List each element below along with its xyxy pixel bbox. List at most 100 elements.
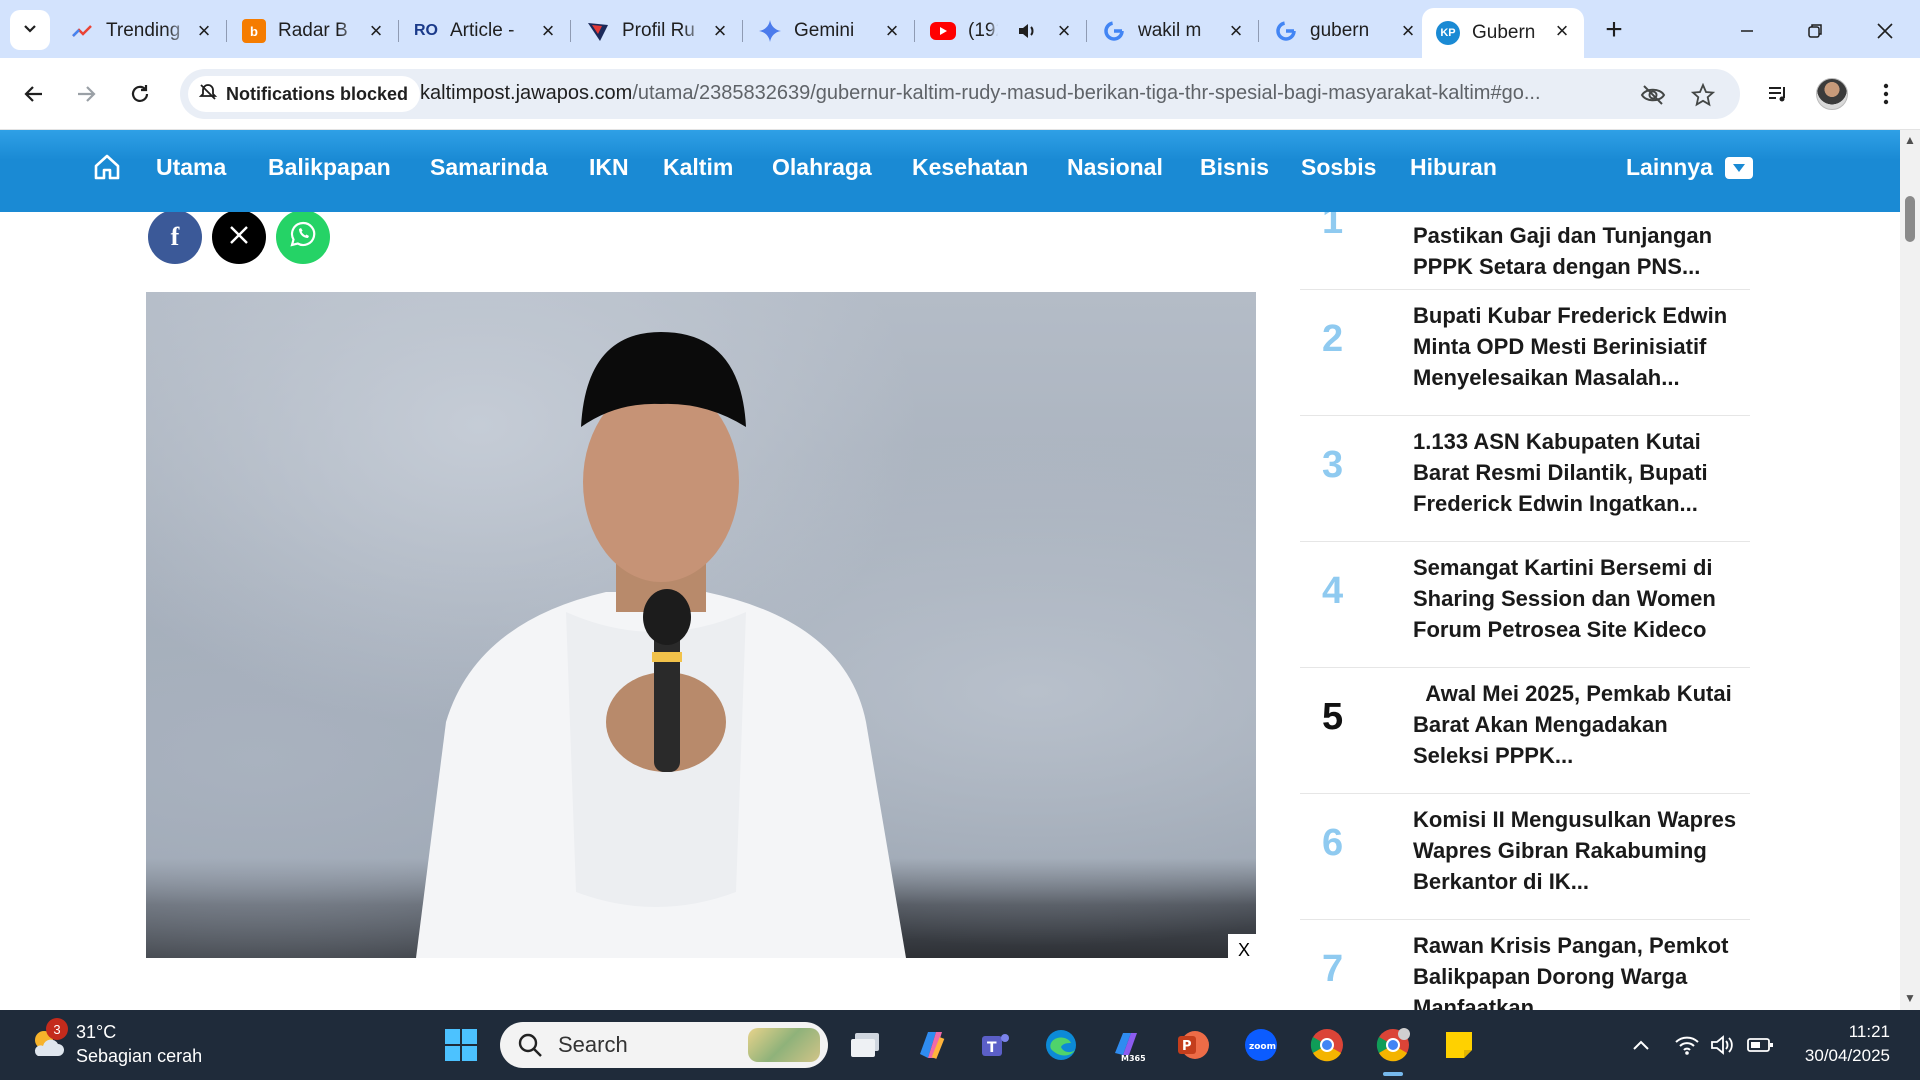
task-view-icon[interactable] xyxy=(844,1024,886,1066)
close-icon[interactable]: × xyxy=(1550,18,1574,43)
nav-samarinda[interactable]: Samarinda xyxy=(430,154,548,181)
tab-radar[interactable]: b Radar B × xyxy=(228,8,398,54)
caret-down-icon[interactable] xyxy=(1725,157,1753,179)
tab-title: Profil Ru xyxy=(622,20,695,41)
weather-temp: 31°C xyxy=(76,1022,117,1042)
new-tab-button[interactable]: + xyxy=(1597,13,1631,47)
trending-item[interactable]: 5 Awal Mei 2025, Pemkab Kutai Barat Akan… xyxy=(1300,668,1750,794)
taskbar-search[interactable]: Search xyxy=(500,1022,828,1068)
home-icon[interactable] xyxy=(92,152,122,182)
scroll-up-icon[interactable]: ▲ xyxy=(1904,133,1916,147)
close-icon[interactable]: × xyxy=(192,18,216,43)
battery-icon[interactable] xyxy=(1745,1030,1775,1060)
browser-toolbar: Notifications blocked kaltimpost.jawapos… xyxy=(0,58,1920,130)
tab-article[interactable]: RO Article - × xyxy=(400,8,570,54)
tab-title: Radar B xyxy=(278,20,348,41)
forward-button[interactable] xyxy=(66,74,106,114)
nav-kesehatan[interactable]: Kesehatan xyxy=(912,154,1028,181)
notifications-blocked-chip[interactable]: Notifications blocked xyxy=(188,76,421,112)
trending-title: Pastikan Gaji dan Tunjangan PPPK Setara … xyxy=(1413,223,1713,279)
eye-off-icon[interactable] xyxy=(1640,82,1666,108)
share-whatsapp-button[interactable] xyxy=(276,212,330,264)
reload-button[interactable] xyxy=(120,74,160,114)
m365-icon[interactable]: M365 xyxy=(1106,1024,1148,1066)
tab-title: Gubern xyxy=(1472,22,1536,43)
tab-youtube[interactable]: (192 × xyxy=(916,8,1086,54)
tab-gubernur-active[interactable]: KP Gubern × xyxy=(1422,8,1584,58)
trending-item[interactable]: 3 1.133 ASN Kabupaten Kutai Barat Resmi … xyxy=(1300,416,1750,542)
zoom-icon[interactable]: zoom xyxy=(1240,1024,1282,1066)
tab-search-button[interactable] xyxy=(10,10,50,50)
speaker-icon[interactable] xyxy=(1016,20,1038,48)
nav-kaltim[interactable]: Kaltim xyxy=(663,154,733,181)
nav-utama[interactable]: Utama xyxy=(156,154,226,181)
close-icon[interactable]: × xyxy=(1052,18,1076,43)
google-icon xyxy=(1274,19,1298,43)
edge-icon[interactable] xyxy=(1040,1024,1082,1066)
close-icon[interactable]: × xyxy=(536,18,560,43)
close-icon[interactable]: × xyxy=(880,18,904,43)
clock-date: 30/04/2025 xyxy=(1804,1046,1890,1065)
close-ad-button[interactable]: X xyxy=(1228,934,1260,966)
share-facebook-button[interactable]: f xyxy=(148,212,202,264)
radar-icon: b xyxy=(242,19,266,43)
media-control-icon[interactable] xyxy=(1760,76,1796,112)
close-icon[interactable]: × xyxy=(364,18,388,43)
trending-item[interactable]: 1 Pastikan Gaji dan Tunjangan PPPK Setar… xyxy=(1300,212,1750,290)
tab-profil[interactable]: Profil Ru × xyxy=(572,8,742,54)
close-icon[interactable]: × xyxy=(1396,18,1420,43)
menu-kebab-icon[interactable] xyxy=(1868,76,1904,112)
clock-time: 11:21 xyxy=(1848,1022,1890,1041)
nav-balikpapan[interactable]: Balikpapan xyxy=(268,154,391,181)
chrome-profile-icon[interactable] xyxy=(1372,1024,1414,1066)
trending-item[interactable]: 2 Bupati Kubar Frederick Edwin Minta OPD… xyxy=(1300,290,1750,416)
close-window-button[interactable] xyxy=(1868,14,1902,48)
article-photo xyxy=(146,292,1256,958)
scrollbar-thumb[interactable] xyxy=(1905,196,1915,242)
trending-item[interactable]: 7 Rawan Krisis Pangan, Pemkot Balikpapan… xyxy=(1300,920,1750,1010)
volume-icon[interactable] xyxy=(1708,1030,1738,1060)
tab-separator xyxy=(398,20,399,42)
copilot-icon[interactable] xyxy=(910,1024,952,1066)
tab-title: Gemini xyxy=(794,20,855,41)
chevron-up-icon[interactable] xyxy=(1626,1030,1656,1060)
trending-title: Awal Mei 2025, Pemkab Kutai Barat Akan M… xyxy=(1413,681,1738,768)
nav-hiburan[interactable]: Hiburan xyxy=(1410,154,1497,181)
nav-sosbis[interactable]: Sosbis xyxy=(1301,154,1376,181)
back-button[interactable] xyxy=(14,74,54,114)
weather-widget[interactable]: 3 31°C Sebagian cerah xyxy=(28,1018,202,1068)
google-icon xyxy=(1102,19,1126,43)
sticky-notes-icon[interactable] xyxy=(1438,1024,1480,1066)
wifi-icon[interactable] xyxy=(1672,1030,1702,1060)
tab-gubernur-search[interactable]: gubern × xyxy=(1260,8,1430,54)
page-scrollbar[interactable]: ▲ ▼ xyxy=(1900,130,1920,1010)
scroll-down-icon[interactable]: ▼ xyxy=(1904,991,1916,1005)
nav-ikn[interactable]: IKN xyxy=(589,154,629,181)
active-app-indicator xyxy=(1383,1072,1403,1076)
tab-wakil[interactable]: wakil m × xyxy=(1088,8,1258,54)
close-icon[interactable]: × xyxy=(708,18,732,43)
bookmark-star-icon[interactable] xyxy=(1690,82,1716,108)
windows-taskbar: 3 31°C Sebagian cerah Search T M365 P zo… xyxy=(0,1010,1920,1080)
system-clock[interactable]: 11:21 30/04/2025 xyxy=(1805,1020,1890,1068)
nav-nasional[interactable]: Nasional xyxy=(1067,154,1163,181)
chrome-icon[interactable] xyxy=(1306,1024,1348,1066)
teams-icon[interactable]: T xyxy=(974,1024,1016,1066)
svg-text:M365: M365 xyxy=(1121,1054,1145,1063)
profile-avatar[interactable] xyxy=(1814,76,1850,112)
minimize-button[interactable] xyxy=(1730,14,1764,48)
close-icon[interactable]: × xyxy=(1224,18,1248,43)
trending-item[interactable]: 4 Semangat Kartini Bersemi di Sharing Se… xyxy=(1300,542,1750,668)
trending-item[interactable]: 6 Komisi II Mengusulkan Wapres Wapres Gi… xyxy=(1300,794,1750,920)
start-button[interactable] xyxy=(440,1024,482,1066)
tab-trending[interactable]: Trending × xyxy=(56,8,226,54)
restore-button[interactable] xyxy=(1798,14,1832,48)
nav-bisnis[interactable]: Bisnis xyxy=(1200,154,1269,181)
url-text[interactable]: kaltimpost.jawapos.com/utama/2385832639/… xyxy=(420,82,1580,105)
nav-lainnya[interactable]: Lainnya xyxy=(1626,154,1713,181)
powerpoint-icon[interactable]: P xyxy=(1172,1024,1214,1066)
share-x-button[interactable] xyxy=(212,212,266,264)
tab-gemini[interactable]: Gemini × xyxy=(744,8,914,54)
nav-olahraga[interactable]: Olahraga xyxy=(772,154,872,181)
address-bar[interactable]: Notifications blocked kaltimpost.jawapos… xyxy=(180,69,1740,119)
